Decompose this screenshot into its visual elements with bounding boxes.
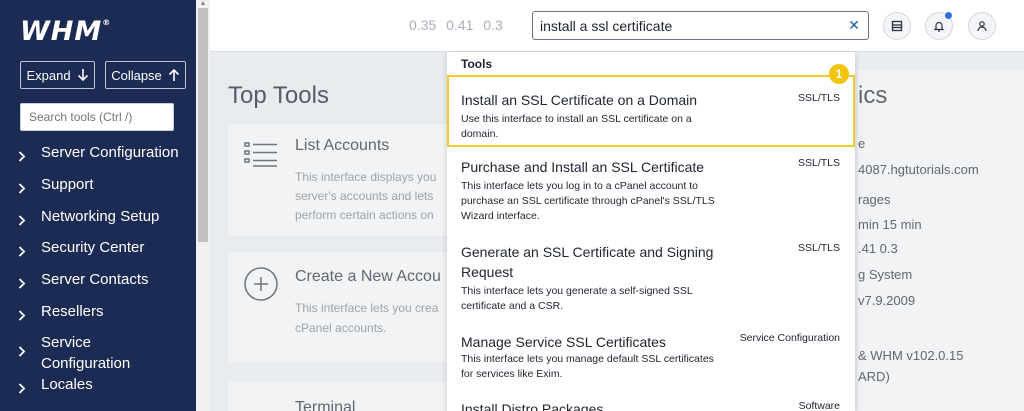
result-category: SSL/TLS [797, 92, 840, 104]
card-desc-line: This interface lets you crea [295, 301, 439, 315]
result-install-ssl-on-domain[interactable]: Install an SSL Certificate on a Domain U… [447, 75, 855, 147]
scrollbar-thumb[interactable] [198, 8, 208, 242]
result-generate-ssl-csr[interactable]: Generate an SSL Certificate and Signing … [447, 234, 855, 324]
result-category: SSL/TLS [797, 242, 840, 254]
sidebar-item-label: Security Center [41, 239, 145, 256]
step-badge: 1 [829, 64, 849, 84]
result-category: Service Configuration [739, 332, 840, 344]
panel-line: .41 0.3 [858, 241, 898, 256]
result-category: SSL/TLS [797, 157, 840, 169]
card-desc-line: This interface displays you [295, 170, 437, 184]
panel-title: ics [858, 82, 888, 109]
result-desc: This interface lets you log in to a cPan… [461, 180, 715, 222]
card-title: Create a New Accou [295, 268, 441, 285]
result-desc: Use this interface to install an SSL cer… [461, 113, 692, 140]
card-title: List Accounts [295, 137, 390, 154]
collapse-label: Collapse [111, 67, 162, 83]
card-desc-line: cPanel accounts. [295, 321, 387, 335]
arrow-up-icon [168, 68, 179, 81]
sidebar-item-networking-setup[interactable]: Networking Setup [0, 206, 196, 237]
collapse-button[interactable]: Collapse [105, 61, 186, 89]
sidebar-item-service-configuration[interactable]: Service Configuration [0, 328, 196, 374]
sidebar-item-resellers[interactable]: Resellers [0, 301, 196, 328]
chevron-right-icon [18, 374, 41, 400]
result-title: Generate an SSL Certificate and Signing … [461, 244, 714, 280]
results-heading: Tools [461, 57, 493, 71]
sidebar-item-support[interactable]: Support [0, 174, 196, 206]
load-averages: 0.35 0.41 0.3 [409, 17, 503, 33]
result-title: Manage Service SSL Certificates [461, 334, 666, 350]
result-title: Purchase and Install an SSL Certificate [461, 159, 705, 175]
sidebar-item-label: Service Configuration [41, 334, 131, 372]
result-install-distro-packages[interactable]: Install Distro Packages Software [447, 395, 855, 411]
chevron-right-icon [18, 206, 41, 232]
user-menu-button[interactable] [968, 12, 996, 40]
sidebar-item-label: Resellers [41, 303, 104, 320]
arrow-down-icon [77, 69, 88, 82]
sidebar-item-locales[interactable]: Locales [0, 374, 196, 398]
sidebar-item-label: Locales [41, 376, 93, 393]
logo-mark: ® [102, 18, 112, 27]
expand-button[interactable]: Expand [20, 61, 95, 89]
list-icon [244, 142, 277, 167]
sidebar-search-input[interactable] [20, 103, 174, 131]
result-purchase-install-ssl[interactable]: Purchase and Install an SSL Certificate … [447, 151, 855, 229]
sidebar-item-label: Server Contacts [41, 271, 149, 288]
panel-line: min 15 min [858, 217, 922, 232]
result-title: Install an SSL Certificate on a Domain [461, 92, 698, 108]
panel-line: rages [858, 192, 891, 207]
whm-logo[interactable]: WHM® [20, 16, 111, 47]
sidebar-item-label: Networking Setup [41, 208, 160, 225]
chevron-right-icon [18, 237, 41, 263]
bell-icon [933, 21, 945, 32]
search-results-dropdown: Tools Install an SSL Certificate on a Do… [447, 52, 855, 411]
chevron-right-icon [18, 269, 41, 295]
chevron-right-icon [18, 142, 41, 168]
sidebar-item-label: Server Configuration [41, 144, 179, 161]
panel-line: & WHM v102.0.15 [858, 348, 964, 363]
panel-line: g System [858, 267, 913, 282]
panel-line: e [858, 136, 866, 151]
sidebar: WHM® Expand Collapse Server Configuratio… [0, 0, 196, 411]
logo-text: WHM [20, 16, 103, 47]
sidebar-item-server-contacts[interactable]: Server Contacts [0, 269, 196, 301]
panel-line: 4087.hgtutorials.com [858, 162, 979, 177]
card-desc-line: perform certain actions on [295, 208, 434, 222]
user-icon [977, 21, 987, 32]
card-title: Terminal [295, 399, 356, 411]
tool-search-input[interactable] [532, 11, 869, 40]
result-desc: This interface lets you manage default S… [461, 353, 714, 380]
result-manage-service-ssl[interactable]: Manage Service SSL Certificates This int… [447, 328, 855, 388]
notification-dot [945, 12, 952, 19]
sidebar-item-security-center[interactable]: Security Center [0, 237, 196, 269]
panel-line: v7.9.2009 [858, 293, 916, 308]
result-category: Software [798, 400, 840, 411]
view-toggle-button[interactable] [883, 12, 911, 40]
sidebar-item-server-configuration[interactable]: Server Configuration [0, 142, 196, 174]
sidebar-item-label: Support [41, 176, 94, 193]
result-desc: This interface lets you generate a self-… [461, 285, 693, 312]
chevron-right-icon [18, 301, 41, 327]
chevron-right-icon [18, 332, 41, 363]
sidebar-nav: Server Configuration Support Networking … [0, 142, 196, 398]
layout-icon [891, 20, 903, 32]
clear-search-icon[interactable]: ✕ [848, 18, 860, 32]
top-tools-title: Top Tools [228, 82, 329, 109]
panel-line: ARD) [858, 369, 890, 384]
add-account-icon [244, 267, 278, 301]
card-desc-line: server's accounts and lets [295, 189, 434, 203]
chevron-right-icon [18, 174, 41, 200]
result-title: Install Distro Packages [461, 401, 604, 411]
scroll-up-icon[interactable]: ▲ [198, 0, 208, 7]
expand-label: Expand [26, 67, 71, 83]
